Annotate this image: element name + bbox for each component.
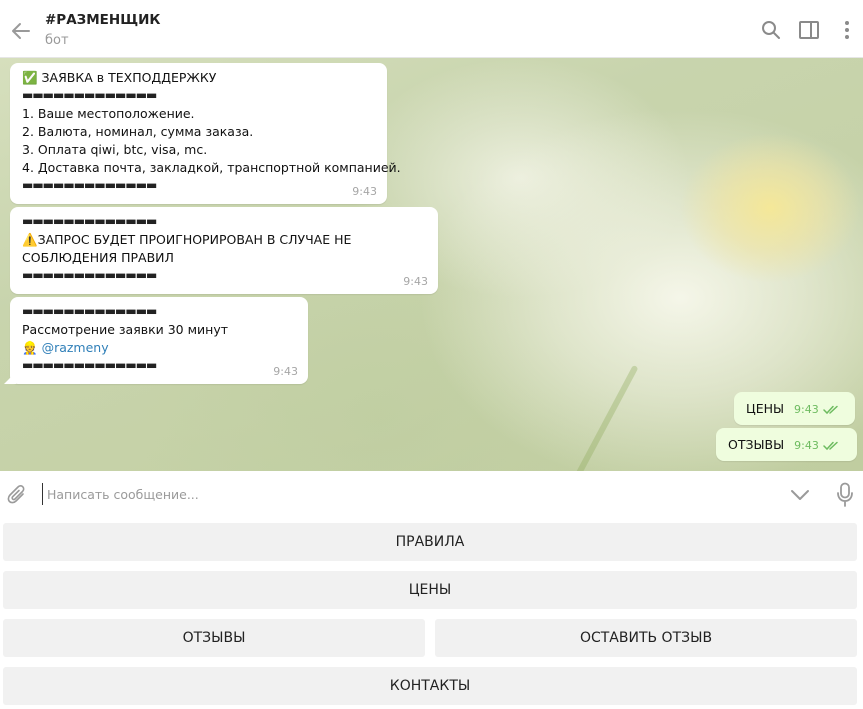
- double-check-icon: [822, 405, 838, 414]
- message-time: 9:43: [794, 439, 819, 452]
- dash-separator: ▬▬▬▬▬▬▬▬▬▬▬▬▬: [22, 358, 157, 372]
- worker-emoji-icon: 👷: [22, 340, 38, 355]
- outgoing-text: ЦЕНЫ: [746, 401, 785, 416]
- outgoing-text: ОТЗЫВЫ: [728, 437, 785, 452]
- chat-header: #РАЗМЕНЩИК бот: [0, 0, 863, 58]
- message-line: Рассмотрение заявки 30 минут: [22, 322, 229, 337]
- dash-separator: ▬▬▬▬▬▬▬▬▬▬▬▬▬: [22, 304, 157, 318]
- bubble-tail: [4, 372, 16, 384]
- keyboard-button-reviews[interactable]: ОТЗЫВЫ: [3, 619, 425, 657]
- dash-separator: ▬▬▬▬▬▬▬▬▬▬▬▬▬: [22, 88, 157, 102]
- dash-separator: ▬▬▬▬▬▬▬▬▬▬▬▬▬: [22, 214, 157, 228]
- outgoing-message-prices[interactable]: ЦЕНЫ 9:43: [734, 392, 855, 425]
- message-time: 9:43: [352, 185, 377, 198]
- keyboard-button-rules[interactable]: ПРАВИЛА: [3, 523, 857, 561]
- microphone-icon[interactable]: [835, 482, 855, 508]
- double-check-icon: [823, 441, 838, 450]
- message-time: 9:43: [403, 275, 428, 288]
- keyboard-button-prices[interactable]: ЦЕНЫ: [3, 571, 857, 609]
- chevron-down-icon[interactable]: [788, 485, 812, 505]
- message-line: СОБЛЮДЕНИЯ ПРАВИЛ: [22, 250, 174, 265]
- message-line: ⚠️ЗАПРОС БУДЕТ ПРОИГНОРИРОВАН В СЛУЧАЕ Н…: [22, 232, 352, 247]
- keyboard-button-contacts[interactable]: КОНТАКТЫ: [3, 667, 857, 705]
- back-arrow-icon[interactable]: [10, 20, 32, 42]
- message-bubble-review-time[interactable]: ▬▬▬▬▬▬▬▬▬▬▬▬▬ Рассмотрение заявки 30 мин…: [4, 297, 308, 384]
- background-flower-stem: [567, 364, 639, 471]
- dash-separator: ▬▬▬▬▬▬▬▬▬▬▬▬▬: [22, 268, 157, 282]
- keyboard-button-leave-review[interactable]: ОСТАВИТЬ ОТЗЫВ: [435, 619, 857, 657]
- message-line: 4. Доставка почта, закладкой, транспортн…: [22, 160, 401, 175]
- message-line: 1. Ваше местоположение.: [22, 106, 195, 121]
- message-line: ✅ ЗАЯВКА в ТЕХПОДДЕРЖКУ: [22, 70, 217, 85]
- mention-line: 👷 @razmeny: [22, 339, 296, 357]
- more-vertical-icon[interactable]: [836, 19, 858, 41]
- message-input[interactable]: [42, 483, 762, 505]
- paperclip-icon[interactable]: [6, 484, 28, 506]
- message-line: 2. Валюта, номинал, сумма заказа.: [22, 124, 254, 139]
- search-icon[interactable]: [760, 19, 782, 41]
- message-time: 9:43: [794, 403, 819, 416]
- chat-history[interactable]: ✅ ЗАЯВКА в ТЕХПОДДЕРЖКУ ▬▬▬▬▬▬▬▬▬▬▬▬▬ 1.…: [0, 58, 863, 471]
- chat-title[interactable]: #РАЗМЕНЩИК: [45, 12, 160, 28]
- outgoing-message-reviews[interactable]: ОТЗЫВЫ 9:43: [716, 428, 857, 461]
- sidebar-toggle-icon[interactable]: [798, 19, 820, 41]
- dash-separator: ▬▬▬▬▬▬▬▬▬▬▬▬▬: [22, 178, 157, 192]
- message-composer: [0, 471, 863, 517]
- mention-link[interactable]: @razmeny: [42, 340, 109, 355]
- chat-subtitle: бот: [45, 33, 69, 48]
- message-bubble-request[interactable]: ✅ ЗАЯВКА в ТЕХПОДДЕРЖКУ ▬▬▬▬▬▬▬▬▬▬▬▬▬ 1.…: [10, 63, 401, 204]
- bot-keyboard: ПРАВИЛА ЦЕНЫ ОТЗЫВЫ ОСТАВИТЬ ОТЗЫВ КОНТА…: [0, 523, 863, 709]
- message-bubble-warning[interactable]: ▬▬▬▬▬▬▬▬▬▬▬▬▬ ⚠️ЗАПРОС БУДЕТ ПРОИГНОРИРО…: [10, 207, 438, 294]
- message-time: 9:43: [273, 365, 298, 378]
- message-line: 3. Оплата qiwi, btc, visa, mc.: [22, 142, 208, 157]
